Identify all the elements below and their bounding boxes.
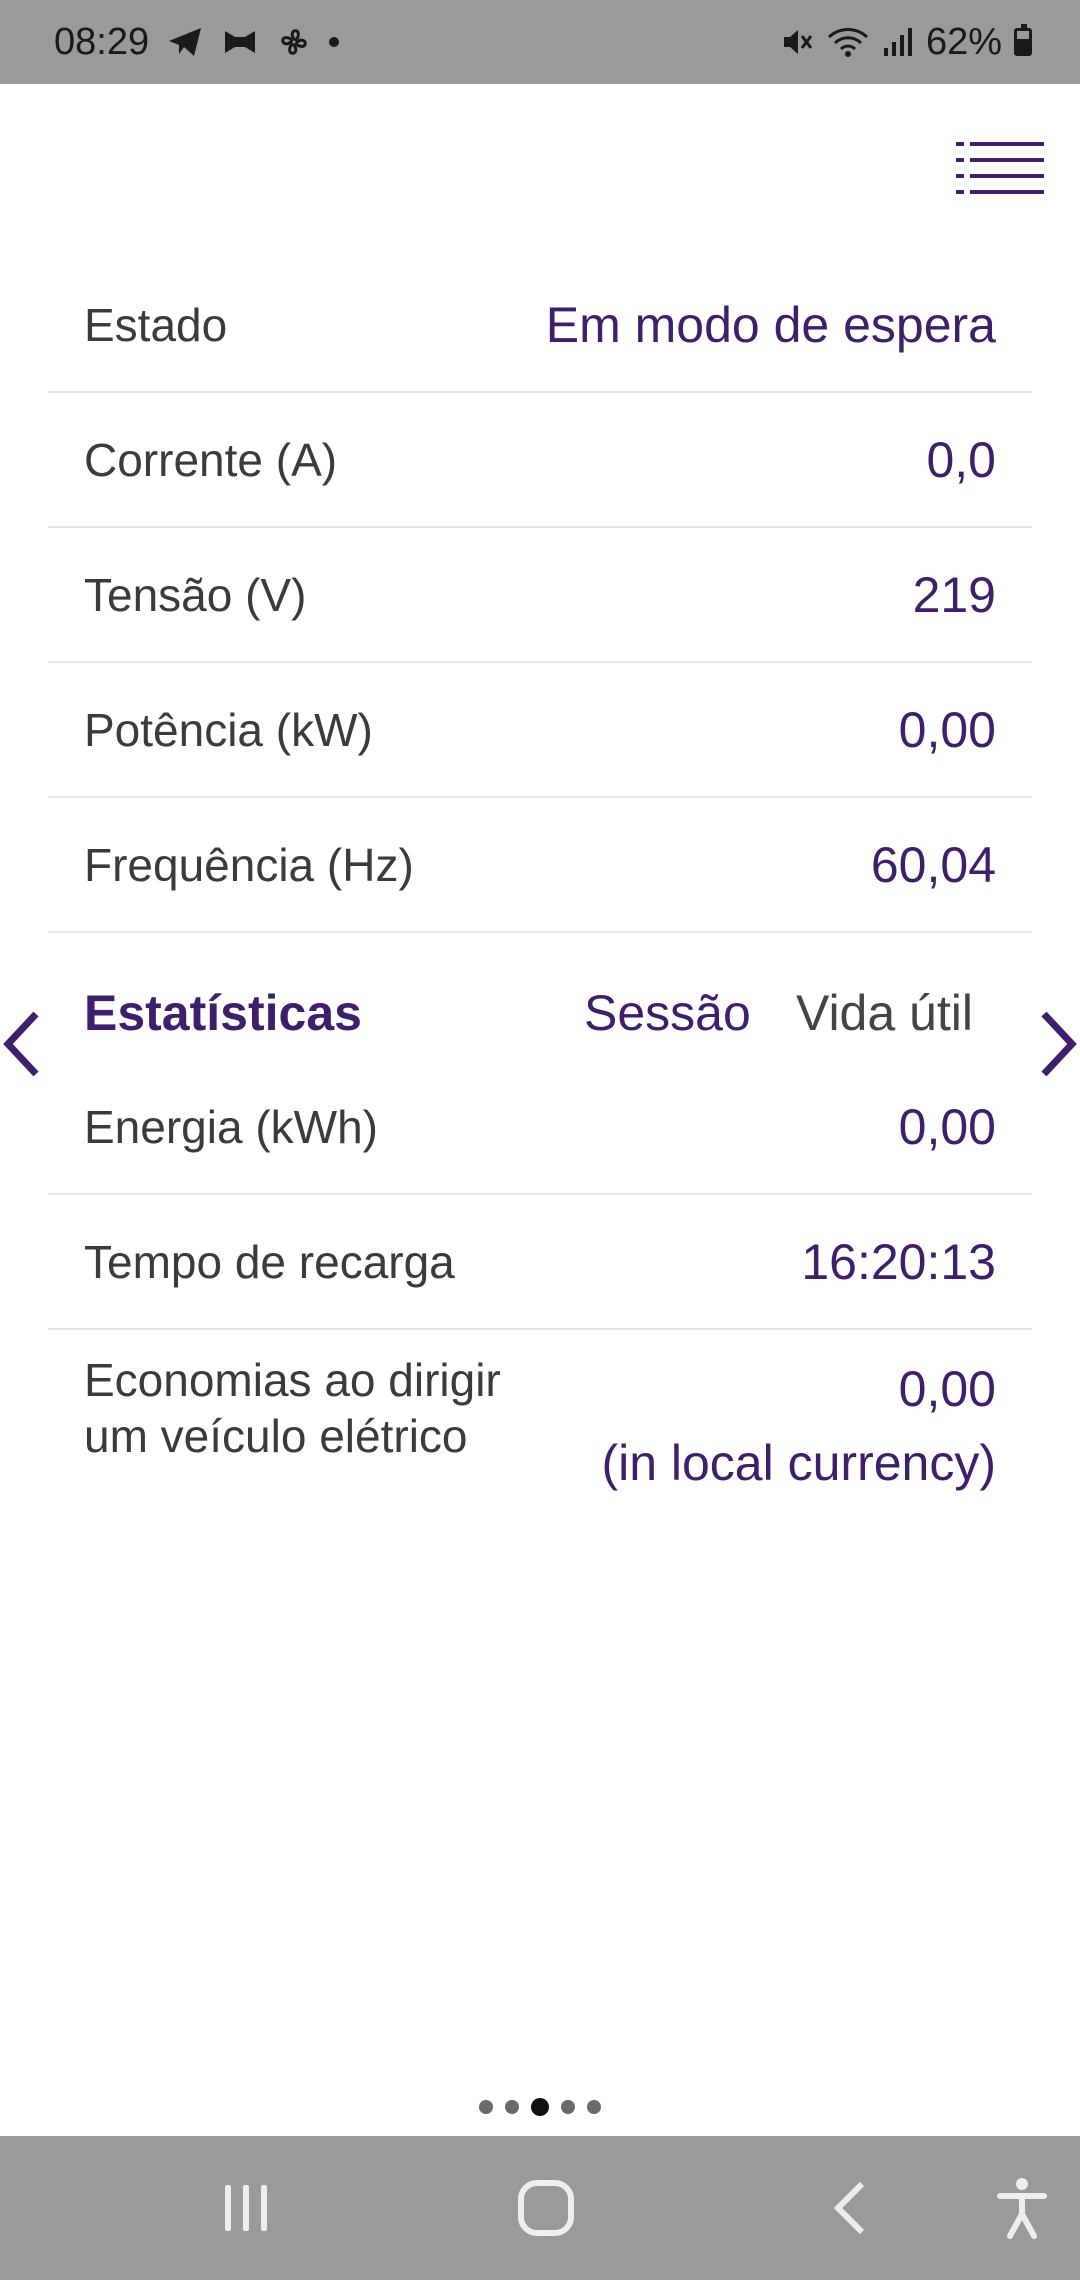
signal-icon	[882, 26, 914, 58]
reading-label: Corrente (A)	[84, 433, 338, 486]
page-indicator	[0, 2098, 1080, 2120]
notification-dot	[329, 37, 340, 47]
tab-lifetime[interactable]: Vida útil	[796, 984, 973, 1042]
clock: 08:29	[54, 20, 150, 63]
readings-list: Estado Em modo de espera Corrente (A) 0,…	[48, 258, 1032, 933]
page-dot	[561, 2100, 575, 2114]
reading-row-status: Estado Em modo de espera	[48, 258, 1032, 393]
stat-label: Energia (kWh)	[84, 1100, 378, 1153]
home-icon[interactable]	[496, 2136, 596, 2280]
stat-row-energy: Energia (kWh) 0,00	[48, 1060, 1032, 1195]
stat-value: 0,00	[898, 1098, 996, 1155]
page-dot	[505, 2100, 519, 2114]
stat-row-charging-time: Tempo de recarga 16:20:13	[48, 1195, 1032, 1330]
page-dot	[587, 2100, 601, 2114]
recents-icon[interactable]	[196, 2136, 296, 2280]
back-icon[interactable]	[800, 2136, 900, 2280]
reading-row-frequency: Frequência (Hz) 60,04	[48, 798, 1032, 933]
savings-value-line1: 0,00	[898, 1361, 996, 1417]
page-dot	[479, 2100, 493, 2114]
reading-row-power: Potência (kW) 0,00	[48, 663, 1032, 798]
navigation-bar	[0, 2136, 1080, 2280]
savings-label: Economias ao dirigir um veículo elétrico	[84, 1352, 501, 1464]
battery-fill	[1017, 39, 1029, 53]
savings-label-line2: um veículo elétrico	[84, 1410, 468, 1462]
stat-label: Tempo de recarga	[84, 1235, 455, 1288]
reading-label: Estado	[84, 298, 228, 351]
reading-label: Tensão (V)	[84, 568, 307, 621]
reading-label: Frequência (Hz)	[84, 838, 414, 891]
reading-value: 60,04	[870, 836, 996, 893]
statistics-title: Estatísticas	[84, 985, 362, 1041]
reading-value: 0,00	[898, 701, 996, 758]
status-bar: 08:29 62%	[0, 0, 1080, 84]
telegram-icon	[167, 26, 203, 58]
status-right: 62%	[780, 0, 1032, 84]
status-left: 08:29	[54, 0, 340, 84]
next-arrow-icon[interactable]	[1036, 1006, 1080, 1082]
wifi-icon	[826, 25, 870, 59]
menu-list-icon[interactable]	[956, 140, 1044, 196]
reading-row-current: Corrente (A) 0,0	[48, 393, 1032, 528]
reading-value: Em modo de espera	[545, 296, 996, 353]
reading-label: Potência (kW)	[84, 703, 373, 756]
reading-value: 0,0	[926, 431, 996, 488]
stat-row-savings: Economias ao dirigir um veículo elétrico…	[48, 1330, 1032, 1506]
statistics-header: Estatísticas Sessão Vida útil	[0, 960, 1080, 1070]
page-dot-active	[531, 2098, 549, 2116]
stat-value: 16:20:13	[801, 1233, 996, 1290]
app-icon	[221, 27, 259, 57]
accessibility-icon[interactable]	[972, 2136, 1072, 2280]
reading-row-voltage: Tensão (V) 219	[48, 528, 1032, 663]
statistics-list: Energia (kWh) 0,00 Tempo de recarga 16:2…	[48, 1060, 1032, 1506]
previous-arrow-icon[interactable]	[0, 1006, 44, 1082]
savings-label-line1: Economias ao dirigir	[84, 1354, 501, 1406]
savings-value-line2: (in local currency)	[601, 1435, 996, 1491]
savings-value: 0,00 (in local currency)	[601, 1352, 996, 1500]
reading-value: 219	[912, 566, 996, 623]
tab-session[interactable]: Sessão	[584, 984, 751, 1042]
mute-icon	[780, 25, 814, 59]
battery-icon	[1014, 24, 1032, 56]
fan-icon	[277, 25, 311, 59]
battery-percent: 62%	[925, 20, 1002, 63]
